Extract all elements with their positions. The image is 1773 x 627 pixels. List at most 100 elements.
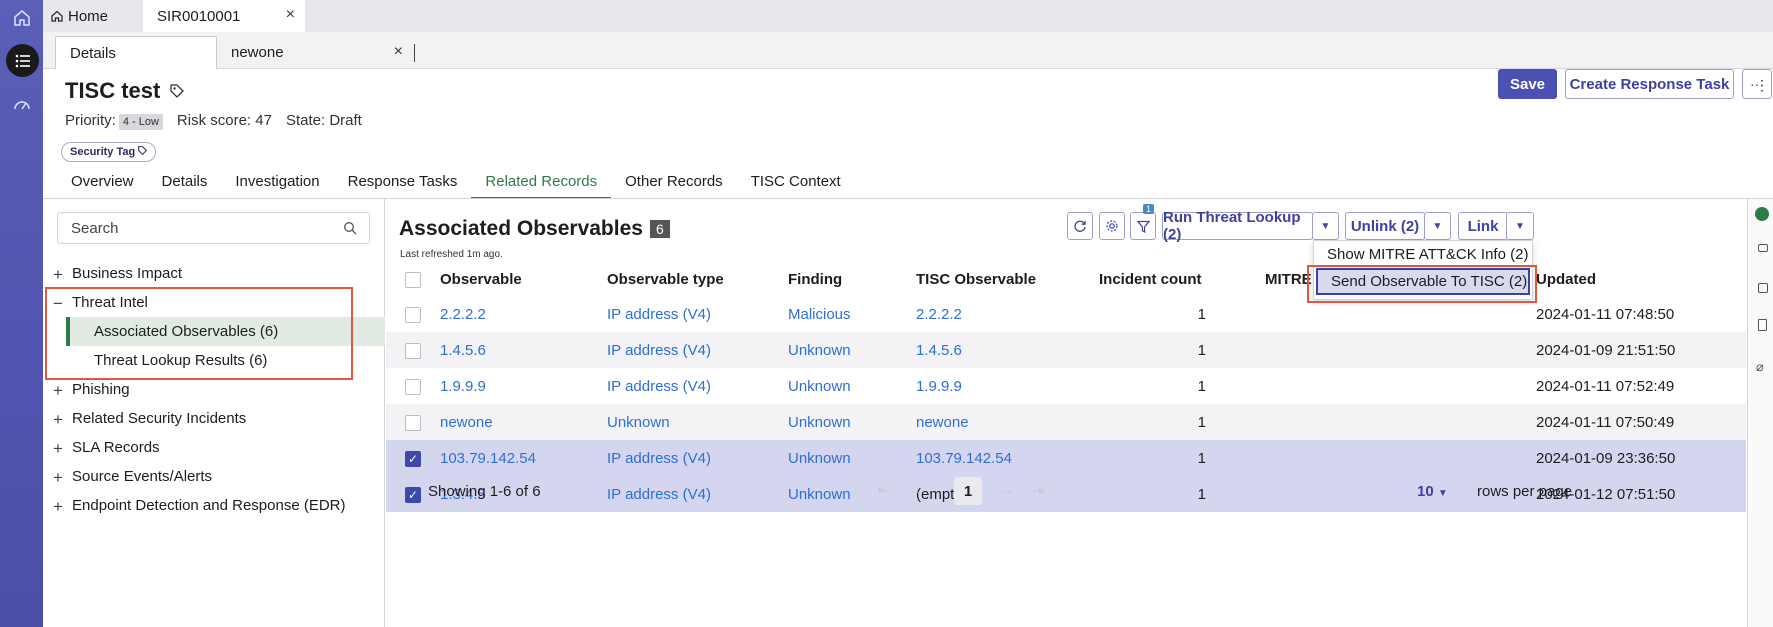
run-threat-lookup-dropdown[interactable]: ▼ [1312, 212, 1339, 240]
row-checkbox-checked[interactable]: ✓ [405, 450, 421, 467]
tag-icon[interactable] [170, 84, 185, 98]
row-checkbox[interactable] [405, 378, 421, 395]
expand-plus-icon[interactable]: + [52, 265, 64, 285]
settings-button[interactable] [1099, 212, 1125, 240]
col-incident-count[interactable]: Incident count [1099, 263, 1265, 296]
tree-item-edr[interactable]: + Endpoint Detection and Response (EDR) [43, 491, 385, 520]
activity-icon[interactable] [1755, 207, 1769, 221]
tisc-observable-link[interactable]: 1.9.9.9 [916, 378, 962, 395]
menu-item-show-mitre[interactable]: Show MITRE ATT&CK Info (2) [1314, 241, 1532, 268]
tab-details-record[interactable]: Details [148, 173, 222, 195]
table-row-selected[interactable]: ✓ 103.79.142.54 IP address (V4) Unknown … [386, 440, 1746, 476]
tisc-observable-link[interactable]: 1.4.5.6 [916, 342, 962, 359]
observable-type-link[interactable]: IP address (V4) [607, 306, 711, 323]
tree-item-label: Phishing [72, 381, 130, 398]
col-finding[interactable]: Finding [788, 263, 916, 296]
create-response-task-button[interactable]: Create Response Task [1565, 69, 1734, 99]
tree-item-related-security-incidents[interactable]: + Related Security Incidents [43, 404, 385, 433]
table-row[interactable]: 1.9.9.9 IP address (V4) Unknown 1.9.9.9 … [386, 368, 1746, 404]
tree-item-business-impact[interactable]: + Business Impact [43, 259, 385, 288]
col-updated[interactable]: Updated [1536, 263, 1746, 296]
tab-related-records[interactable]: Related Records [471, 173, 612, 199]
observable-type-link[interactable]: Unknown [607, 414, 670, 431]
tree-item-sla-records[interactable]: + SLA Records [43, 433, 385, 462]
expand-plus-icon[interactable]: + [52, 468, 64, 488]
tab-details[interactable]: Details [55, 36, 217, 69]
filter-button[interactable] [1130, 212, 1156, 240]
tab-overview[interactable]: Overview [57, 173, 148, 195]
tab-investigation[interactable]: Investigation [221, 173, 333, 195]
tisc-observable-link[interactable]: newone [916, 414, 969, 431]
left-nav-rail [0, 0, 43, 627]
updated-cell: 2024-01-09 21:51:50 [1536, 332, 1746, 368]
table-row[interactable]: newone Unknown Unknown newone 1 2024-01-… [386, 404, 1746, 440]
tab-response-tasks[interactable]: Response Tasks [334, 173, 472, 195]
tisc-observable-link[interactable]: 2.2.2.2 [916, 306, 962, 323]
expand-plus-icon[interactable]: + [52, 381, 64, 401]
observable-type-link[interactable]: IP address (V4) [607, 378, 711, 395]
card-icon[interactable] [1758, 283, 1768, 293]
observable-type-link[interactable]: IP address (V4) [607, 342, 711, 359]
table-row[interactable]: 2.2.2.2 IP address (V4) Malicious 2.2.2.… [386, 296, 1746, 332]
page-number-button[interactable]: 1 [954, 477, 982, 505]
finding-link[interactable]: Unknown [788, 414, 851, 431]
refresh-button[interactable] [1067, 212, 1093, 240]
tab-tisc-context[interactable]: TISC Context [737, 173, 855, 195]
save-button[interactable]: Save [1498, 69, 1557, 99]
finding-link[interactable]: Unknown [788, 378, 851, 395]
tab-sir[interactable]: SIR0010001 × [143, 0, 305, 32]
filter-count-badge: 1 [1143, 204, 1155, 214]
more-actions-button[interactable]: ··· [1742, 69, 1772, 99]
refresh-icon [1074, 220, 1086, 232]
updated-cell: 2024-01-11 07:52:49 [1536, 377, 1675, 395]
finding-link[interactable]: Malicious [788, 306, 851, 323]
tab-newone[interactable]: newone × [231, 36, 415, 69]
highlight-box-send-tisc [1307, 265, 1537, 303]
document-icon[interactable] [1758, 319, 1767, 331]
col-tisc-observable[interactable]: TISC Observable [916, 263, 1099, 296]
unlink-dropdown[interactable]: ▼ [1424, 212, 1451, 240]
run-threat-lookup-button[interactable]: Run Threat Lookup (2) [1162, 209, 1313, 243]
highlight-box-threat-intel [45, 287, 353, 380]
expand-plus-icon[interactable]: + [52, 439, 64, 459]
tab-home[interactable]: Home [51, 0, 108, 32]
unlink-button[interactable]: Unlink (2) [1345, 212, 1425, 240]
mitre-cell [1265, 440, 1536, 476]
rows-per-page-select[interactable]: 10 ▼ [1417, 483, 1448, 500]
observable-link[interactable]: 2.2.2.2 [440, 306, 486, 323]
close-icon[interactable]: × [286, 6, 295, 24]
tree-item-source-events[interactable]: + Source Events/Alerts [43, 462, 385, 491]
mitre-cell [1265, 332, 1536, 368]
close-icon[interactable]: × [394, 43, 403, 61]
link-dropdown[interactable]: ▼ [1506, 212, 1534, 240]
teams-icon[interactable] [1758, 244, 1768, 252]
attachment-icon[interactable]: ⌀ [1756, 359, 1764, 375]
observable-link[interactable]: 103.79.142.54 [440, 450, 536, 467]
row-checkbox[interactable] [405, 342, 421, 359]
search-input[interactable]: Search [57, 212, 370, 244]
observable-link[interactable]: 1.9.9.9 [440, 378, 486, 395]
tisc-observable-link[interactable]: 103.79.142.54 [916, 450, 1012, 467]
updated-cell: 2024-01-11 07:48:50 [1536, 305, 1675, 323]
observable-type-link[interactable]: IP address (V4) [607, 450, 711, 467]
tab-other-records[interactable]: Other Records [611, 173, 737, 195]
col-observable-type[interactable]: Observable type [607, 263, 788, 296]
security-tag-chip[interactable]: Security Tag [61, 142, 157, 162]
list-icon[interactable] [6, 44, 39, 77]
expand-plus-icon[interactable]: + [52, 410, 64, 430]
row-checkbox[interactable] [405, 306, 421, 323]
observable-link[interactable]: newone [440, 414, 493, 431]
observable-link[interactable]: 1.4.5.6 [440, 342, 486, 359]
table-row[interactable]: 1.4.5.6 IP address (V4) Unknown 1.4.5.6 … [386, 332, 1746, 368]
row-checkbox[interactable] [405, 414, 421, 431]
dashboard-gauge-icon[interactable] [6, 88, 37, 119]
finding-link[interactable]: Unknown [788, 342, 851, 359]
link-button[interactable]: Link [1458, 212, 1508, 240]
select-all-checkbox[interactable] [405, 272, 421, 289]
expand-plus-icon[interactable]: + [52, 497, 64, 517]
finding-link[interactable]: Unknown [788, 450, 851, 467]
tab-newone-label: newone [231, 44, 284, 61]
col-observable[interactable]: Observable [440, 263, 607, 296]
record-meta: Priority: 4 - Low Risk score: 47 State: D… [65, 112, 362, 130]
home-icon[interactable] [6, 2, 37, 33]
